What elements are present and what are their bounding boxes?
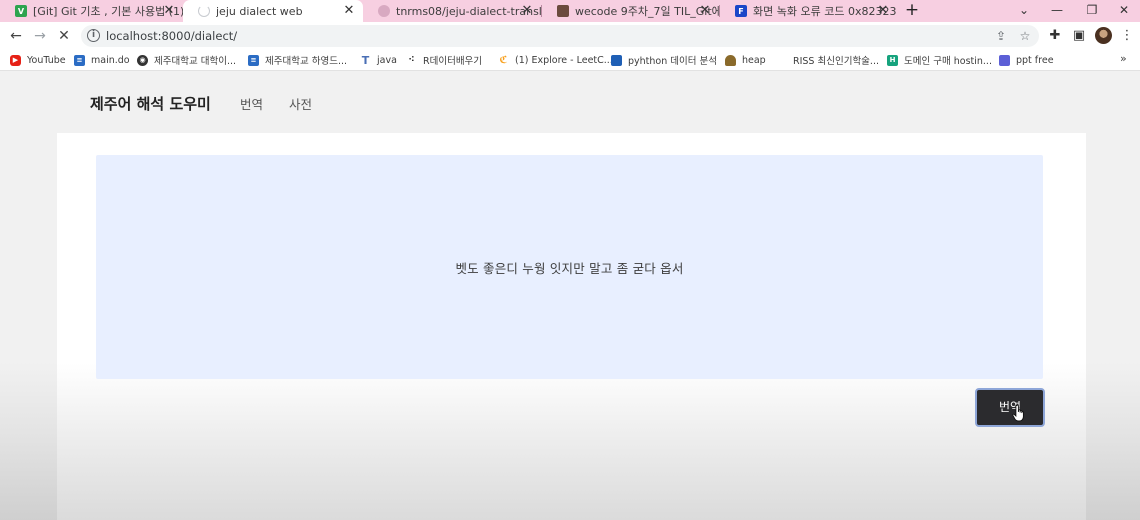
browser-tab-git[interactable]: V [Git] Git 기초 , 기본 사용법 (1) - ✕ bbox=[0, 0, 183, 22]
velog-favicon-icon: V bbox=[15, 5, 27, 17]
new-tab-button[interactable]: + bbox=[903, 1, 921, 19]
app-brand[interactable]: 제주어 해석 도우미 bbox=[90, 93, 211, 114]
url-input[interactable] bbox=[106, 26, 906, 46]
address-bar[interactable]: i ⇪ ☆ bbox=[81, 25, 1039, 47]
stop-loading-icon[interactable]: ✕ bbox=[54, 26, 74, 46]
tab-search-chevron-icon[interactable]: ⌄ bbox=[1014, 1, 1034, 19]
bookmark-domain[interactable]: H 도메인 구매 hostin... bbox=[887, 53, 992, 67]
bookmark-youtube[interactable]: ▶ YouTube bbox=[10, 53, 66, 67]
close-tab-icon[interactable]: ✕ bbox=[875, 3, 891, 19]
nav-link-dictionary[interactable]: 사전 bbox=[289, 94, 312, 113]
bookmark-label: 도메인 구매 hostin... bbox=[904, 56, 992, 67]
bookmark-main-do[interactable]: ≡ main.do bbox=[74, 53, 130, 67]
browser-tab-strip: V [Git] Git 기초 , 기본 사용법 (1) - ✕ jeju dia… bbox=[0, 0, 1140, 22]
close-tab-icon[interactable]: ✕ bbox=[341, 3, 357, 19]
bookmark-r-data[interactable]: ⁖ R데이터배우기 bbox=[406, 53, 483, 68]
bookmark-label: R데이터배우기 bbox=[423, 56, 483, 67]
f-favicon-icon: F bbox=[735, 5, 747, 17]
browser-tab-jeju-dialect[interactable]: jeju dialect web ✕ bbox=[183, 0, 363, 22]
close-tab-icon[interactable]: ✕ bbox=[697, 3, 713, 19]
bookmark-label: main.do bbox=[91, 54, 130, 66]
side-panel-icon[interactable]: ▣ bbox=[1070, 27, 1088, 45]
bookmark-riss[interactable]: RISS 최신인기학술... bbox=[776, 53, 879, 67]
nav-link-translate[interactable]: 번역 bbox=[240, 94, 263, 113]
bookmark-label: RISS 최신인기학술... bbox=[793, 56, 879, 67]
bookmark-heap[interactable]: heap bbox=[725, 53, 766, 67]
bookmark-jnu-hayoung[interactable]: ≡ 제주대학교 하영드... bbox=[248, 53, 347, 67]
bookmark-label: heap bbox=[742, 54, 766, 66]
browser-tab-github[interactable]: tnrms08/jeju-dialect-translation ✕ bbox=[363, 0, 541, 22]
close-tab-icon[interactable]: ✕ bbox=[161, 3, 177, 19]
browser-toolbar: ← → ✕ i ⇪ ☆ ✚ ▣ ⋮ bbox=[0, 22, 1140, 49]
bookmark-label: (1) Explore - LeetC... bbox=[515, 54, 613, 66]
bookmark-label: java bbox=[377, 54, 397, 66]
bookmark-icon bbox=[611, 54, 622, 66]
dialect-input-text: 벳도 좋은디 누웡 잇지만 말고 좀 굳다 옵서 bbox=[455, 261, 684, 276]
bookmark-star-icon[interactable]: ☆ bbox=[1016, 27, 1034, 45]
box-icon bbox=[999, 54, 1010, 66]
browser-tab-screen-record[interactable]: F 화면 녹화 오류 코드 0x8232300 ✕ bbox=[720, 0, 897, 22]
share-icon[interactable]: ⇪ bbox=[992, 27, 1010, 45]
doc-icon: ≡ bbox=[248, 54, 259, 66]
riss-icon bbox=[776, 55, 787, 66]
restore-window-icon[interactable]: ❐ bbox=[1082, 1, 1102, 19]
profile-avatar[interactable] bbox=[1095, 27, 1112, 44]
extensions-puzzle-icon[interactable]: ✚ bbox=[1046, 27, 1064, 45]
dialect-input-area[interactable]: 벳도 좋은디 누웡 잇지만 말고 좀 굳다 옵서 bbox=[96, 155, 1043, 379]
dots-icon: ⁖ bbox=[408, 54, 415, 65]
site-info-icon[interactable]: i bbox=[87, 29, 100, 42]
minimize-window-icon[interactable]: — bbox=[1047, 1, 1067, 19]
bookmarks-bar: ▶ YouTube ≡ main.do ◉ 제주대학교 대학이... ≡ 제주대… bbox=[0, 49, 1140, 71]
browser-tab-wecode[interactable]: wecode 9주차_7일 TIL_Git에서 p ✕ bbox=[542, 0, 719, 22]
image-icon bbox=[557, 5, 569, 17]
bookmark-label: 제주대학교 하영드... bbox=[265, 56, 347, 67]
bookmark-label: 제주대학교 대학이... bbox=[154, 56, 236, 67]
leetcode-icon: ℭ bbox=[499, 54, 508, 66]
bookmark-label: pyhthon 데이터 분석 bbox=[628, 56, 717, 67]
t-icon: T bbox=[361, 53, 370, 67]
bookmark-label: ppt free bbox=[1016, 54, 1054, 66]
doc-icon: ≡ bbox=[74, 54, 85, 66]
hand-cursor-icon bbox=[1012, 404, 1024, 422]
back-arrow-icon[interactable]: ← bbox=[6, 26, 26, 46]
h-icon: H bbox=[887, 54, 898, 66]
more-bookmarks-icon[interactable]: » bbox=[1120, 52, 1127, 65]
bookmark-label: YouTube bbox=[27, 54, 66, 66]
github-icon bbox=[378, 5, 390, 17]
close-window-icon[interactable]: ✕ bbox=[1114, 1, 1134, 19]
loading-spinner-icon bbox=[198, 5, 210, 17]
bookmark-jnu-college[interactable]: ◉ 제주대학교 대학이... bbox=[137, 53, 236, 67]
bookmark-python[interactable]: pyhthon 데이터 분석 bbox=[611, 53, 717, 67]
translate-button[interactable]: 번역 bbox=[975, 388, 1045, 427]
bookmark-ppt-free[interactable]: ppt free bbox=[999, 53, 1054, 67]
bookmark-leetcode[interactable]: ℭ (1) Explore - LeetC... bbox=[498, 53, 613, 67]
browser-menu-icon[interactable]: ⋮ bbox=[1118, 27, 1136, 45]
forward-arrow-icon[interactable]: → bbox=[30, 26, 50, 46]
youtube-icon: ▶ bbox=[10, 54, 21, 66]
globe-icon: ◉ bbox=[137, 54, 148, 66]
person-icon bbox=[725, 54, 736, 66]
close-tab-icon[interactable]: ✕ bbox=[519, 3, 535, 19]
bookmark-java[interactable]: T java bbox=[360, 53, 397, 67]
